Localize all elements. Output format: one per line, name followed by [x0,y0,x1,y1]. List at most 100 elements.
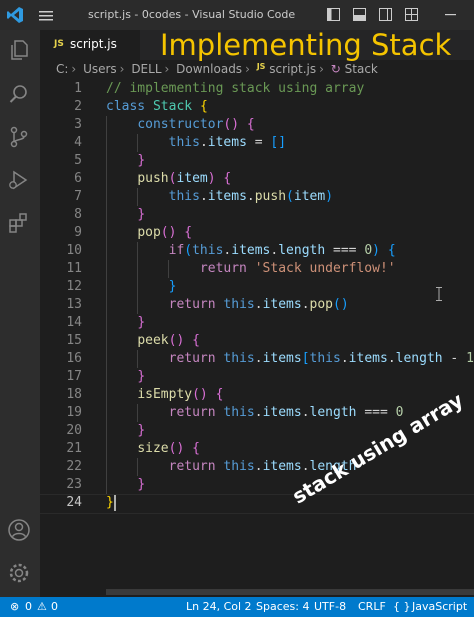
code-line[interactable]: 18 isEmpty() { [40,386,474,404]
cursor-position[interactable]: Ln 24, Col 2 [186,600,252,613]
code-text: return this.items[this.items.length - 1] [168,351,474,366]
code-line[interactable]: 14 } [40,314,474,332]
line-number: 22 [66,459,82,474]
line-number: 15 [66,333,82,348]
line-number: 23 [66,477,82,492]
code-text: } [137,369,146,384]
line-number: 21 [66,441,82,456]
code-text: push(item) { [137,171,232,186]
line-number: 8 [74,207,82,222]
code-line[interactable]: 13 return this.items.pop() [40,296,474,314]
code-line[interactable]: 8 } [40,206,474,224]
line-number: 10 [66,243,82,258]
breadcrumb-segment[interactable]: DELL [131,62,161,76]
explorer-icon[interactable] [7,38,31,62]
code-line[interactable]: 2 class Stack { [40,98,474,116]
tab-script-js[interactable]: JS script.js [40,30,140,60]
code-line[interactable]: 5 } [40,152,474,170]
code-text: } [137,315,146,330]
code-line[interactable]: 4 this.items = [] [40,134,474,152]
line-number: 18 [66,387,82,402]
indentation[interactable]: Spaces: 4 [256,600,309,613]
tab-label: script.js [70,37,117,51]
layout-sidebar-icon[interactable] [327,8,340,21]
code-line[interactable]: 3 constructor() { [40,116,474,134]
code-line[interactable]: 15 peek() { [40,332,474,350]
line-ending[interactable]: CRLF [358,600,386,613]
code-line[interactable]: 12 } [40,278,474,296]
code-text: pop() { [137,225,193,240]
code-line[interactable]: 9 pop() { [40,224,474,242]
title-bar: script.js - 0codes - Visual Studio Code [0,0,474,30]
code-line[interactable]: 16 return this.items[this.items.length -… [40,350,474,368]
extensions-icon[interactable] [7,211,31,235]
activity-bar [0,30,40,597]
code-text: return 'Stack underflow!' [199,261,396,276]
code-line[interactable]: 17 } [40,368,474,386]
menu-icon[interactable] [38,8,54,22]
breadcrumb: C: › Users › DELL › Downloads › JS script.js… [56,62,378,78]
account-icon[interactable] [7,518,31,542]
layout-grid-icon[interactable] [405,8,418,21]
code-text: this.items.push(item) [168,189,334,204]
symbol-class-icon: ↻ [330,62,341,76]
breadcrumb-segment[interactable]: C: [56,62,68,76]
line-number: 9 [74,225,82,240]
warning-count[interactable]: 0 [51,600,58,613]
code-text: } [106,495,114,510]
line-number: 7 [74,189,82,204]
minimize-icon[interactable] [444,8,457,21]
error-count[interactable]: 0 [25,600,32,613]
code-line[interactable]: 1 // implementing stack using array [40,80,474,98]
status-bar: ⊗ 0 ⚠ 0 Ln 24, Col 2 Spaces: 4 UTF-8 CRL… [0,597,474,617]
code-line[interactable]: 6 push(item) { [40,170,474,188]
text-caret [114,495,116,511]
warning-icon[interactable]: ⚠ [37,600,47,613]
horizontal-scrollbar[interactable] [106,589,474,595]
js-file-icon: JS [256,62,266,71]
error-icon[interactable]: ⊗ [10,600,19,613]
line-number: 12 [66,279,82,294]
line-number: 11 [66,261,82,276]
line-number: 17 [66,369,82,384]
breadcrumb-segment[interactable]: Users [83,62,117,76]
line-number: 1 [74,81,82,96]
breadcrumb-segment[interactable]: Downloads [176,62,242,76]
code-line[interactable]: 23 } [40,476,474,494]
code-text: // implementing stack using array [106,81,365,96]
code-line[interactable]: 10 if(this.items.length === 0) { [40,242,474,260]
code-line[interactable]: 11 return 'Stack underflow!' [40,260,474,278]
code-line[interactable]: 7 this.items.push(item) [40,188,474,206]
line-number: 4 [74,135,82,150]
code-line[interactable]: 22 return this.items.length [40,458,474,476]
code-line[interactable]: 24} [40,494,474,512]
search-icon[interactable] [7,82,31,106]
line-number: 5 [74,153,82,168]
code-text: constructor() { [137,117,255,132]
line-number: 16 [66,351,82,366]
chevron-right-icon: › [319,62,324,76]
language-braces-icon: { } [393,600,411,613]
code-text: this.items = [] [168,135,287,150]
code-text: } [137,477,146,492]
breadcrumb-file[interactable]: script.js [269,62,316,76]
source-control-icon[interactable] [7,125,31,149]
line-number: 3 [74,117,82,132]
code-text: return this.items.pop() [168,297,349,312]
chevron-right-icon: › [245,62,250,76]
line-number: 20 [66,423,82,438]
code-text: if(this.items.length === 0) { [168,243,396,258]
settings-gear-icon[interactable] [7,561,31,585]
layout-secondary-icon[interactable] [379,8,392,21]
code-text: class Stack { [106,99,208,114]
code-text: } [137,423,146,438]
language-mode[interactable]: JavaScript [412,600,467,613]
chevron-right-icon: › [71,62,77,76]
code-editor[interactable]: 1 // implementing stack using array 2 class… [40,80,474,597]
layout-panel-icon[interactable] [353,8,366,21]
breadcrumb-symbol[interactable]: Stack [345,62,378,76]
code-text: } [168,279,177,294]
encoding[interactable]: UTF-8 [314,600,346,613]
run-debug-icon[interactable] [7,168,31,192]
code-text: return this.items.length === 0 [168,405,404,420]
